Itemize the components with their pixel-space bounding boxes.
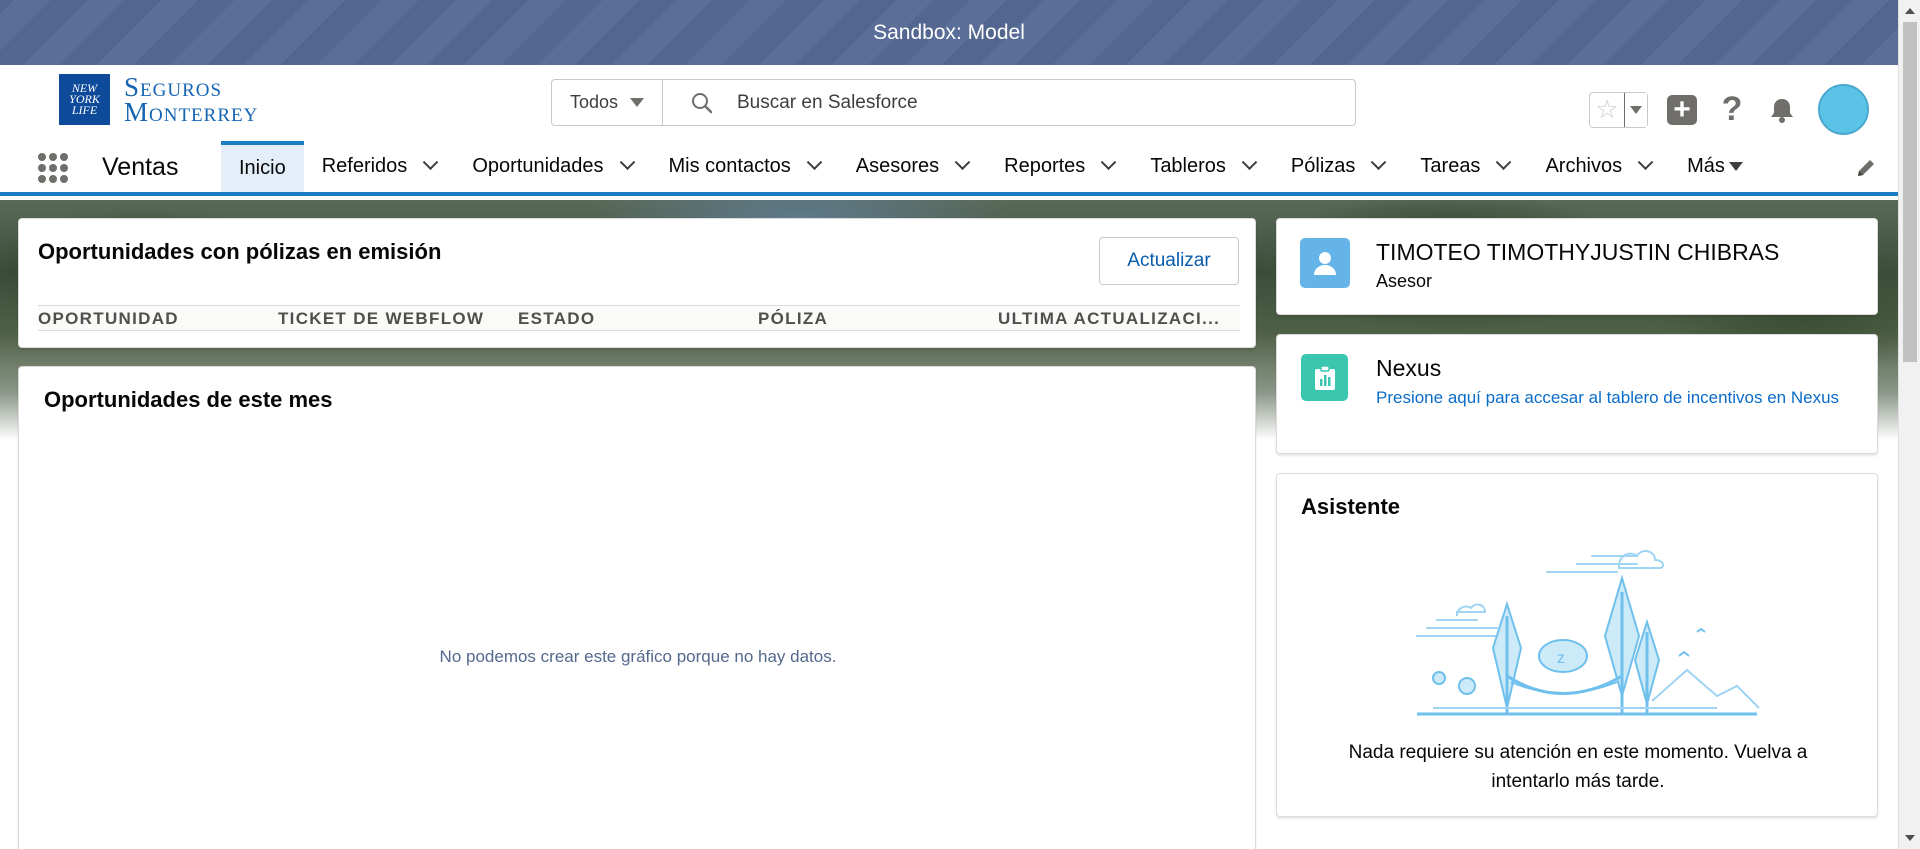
navigation-bar: Ventas Inicio Referidos Oportunidades Mi… <box>0 141 1898 196</box>
star-icon[interactable]: ☆ <box>1590 93 1624 127</box>
sandbox-banner: Sandbox: Model <box>0 0 1898 65</box>
user-icon <box>1300 238 1350 288</box>
column-header[interactable]: OPORTUNIDAD <box>38 306 278 330</box>
search-scope-select[interactable]: Todos <box>552 80 663 125</box>
tab-label: Mis contactos <box>668 155 791 177</box>
tab-more[interactable]: Más <box>1669 141 1761 192</box>
assistant-card: Asistente z Nada requiere su atención en… <box>1276 473 1878 817</box>
tab-label: Tableros <box>1150 155 1226 177</box>
notifications-button[interactable] <box>1766 94 1798 126</box>
card-title: Oportunidades de este mes <box>44 387 333 412</box>
global-actions-button[interactable]: + <box>1666 94 1698 126</box>
table-header: OPORTUNIDAD TICKET DE WEBFLOW ESTADO PÓL… <box>38 305 1240 331</box>
logo-name-line2: Monterrey <box>124 96 259 127</box>
search-scope-label: Todos <box>570 92 619 112</box>
tab-archivos[interactable]: Archivos <box>1527 141 1669 192</box>
search-icon <box>692 92 713 113</box>
chevron-down-icon[interactable] <box>1371 154 1387 171</box>
bell-icon <box>1771 98 1793 123</box>
tab-tableros[interactable]: Tableros <box>1132 141 1273 192</box>
caret-down-icon <box>630 98 645 107</box>
help-icon[interactable]: ? <box>1716 90 1748 128</box>
page-scrollbar[interactable] <box>1898 0 1920 849</box>
global-search: Todos <box>551 79 1356 126</box>
tab-label: Pólizas <box>1290 155 1356 177</box>
chevron-down-icon[interactable] <box>806 154 823 171</box>
search-field <box>663 80 1355 125</box>
chevron-down-icon[interactable] <box>954 154 971 171</box>
logo-name-line1: Seguros <box>124 71 223 102</box>
company-logo[interactable]: NEW YORK LIFE Seguros Monterrey <box>59 71 259 127</box>
nexus-dashboard-link[interactable]: Presione aquí para accesar al tablero de… <box>1301 385 1861 411</box>
chevron-down-icon[interactable] <box>619 154 635 171</box>
tab-mis-contactos[interactable]: Mis contactos <box>651 141 838 192</box>
new-york-life-badge: NEW YORK LIFE <box>59 74 110 125</box>
favorites-control: ☆ <box>1589 91 1648 128</box>
user-name: TIMOTEO TIMOTHYJUSTIN CHIBRAS <box>1376 239 1780 265</box>
global-header: NEW YORK LIFE Seguros Monterrey Todos ☆ … <box>0 65 1898 141</box>
chevron-down-icon[interactable] <box>1496 154 1512 171</box>
sleep-z-text: z <box>1557 650 1565 667</box>
tab-inicio[interactable]: Inicio <box>221 141 304 192</box>
empty-chart-message: No podemos crear este gráfico porque no … <box>439 647 837 666</box>
plus-icon: + <box>1667 94 1697 125</box>
hammock-illustration: z <box>1416 550 1760 716</box>
person-icon <box>1314 252 1336 275</box>
app-launcher-icon[interactable] <box>38 153 68 183</box>
scroll-thumb[interactable] <box>1903 22 1917 362</box>
nexus-title: Nexus <box>1376 355 1442 381</box>
nexus-card: Nexus Presione aquí para accesar al tabl… <box>1276 334 1878 454</box>
tab-polizas[interactable]: Pólizas <box>1273 141 1402 192</box>
user-card: TIMOTEO TIMOTHYJUSTIN CHIBRAS Asesor <box>1276 218 1878 315</box>
opportunities-this-month-card: Oportunidades de este mes No podemos cre… <box>18 366 1256 849</box>
tab-label: Tareas <box>1420 155 1481 177</box>
tab-label: Reportes <box>1004 155 1086 177</box>
favorites-menu-button[interactable] <box>1624 92 1647 127</box>
assistant-empty-message: Nada requiere su atención en este moment… <box>1348 742 1808 792</box>
tab-reportes[interactable]: Reportes <box>986 141 1132 192</box>
tab-oportunidades[interactable]: Oportunidades <box>454 141 650 192</box>
scroll-down-arrow-icon[interactable] <box>1905 835 1915 841</box>
tab-label: Inicio <box>239 157 286 179</box>
header-utilities: ☆ + ? <box>1589 84 1869 135</box>
avatar[interactable] <box>1818 84 1869 135</box>
tab-referidos[interactable]: Referidos <box>304 141 455 192</box>
card-title: Asistente <box>1301 494 1401 519</box>
scroll-up-arrow-icon[interactable] <box>1905 8 1915 14</box>
tab-label: Oportunidades <box>472 155 604 177</box>
column-header[interactable]: PÓLIZA <box>758 306 998 330</box>
column-header[interactable]: TICKET DE WEBFLOW <box>278 306 518 330</box>
opportunities-in-issuance-card: Oportunidades con pólizas en emisión Act… <box>18 218 1256 348</box>
tab-label: Referidos <box>321 155 408 177</box>
chevron-down-icon[interactable] <box>1101 154 1117 171</box>
app-name: Ventas <box>102 153 179 181</box>
nav-tabs: Inicio Referidos Oportunidades Mis conta… <box>221 141 1761 192</box>
edit-nav-pencil-icon[interactable] <box>1855 157 1877 179</box>
caret-down-icon <box>1630 105 1642 114</box>
column-header[interactable]: ULTIMA ACTUALIZACI... <box>998 306 1238 330</box>
chevron-down-icon[interactable] <box>1637 154 1654 171</box>
tab-tareas[interactable]: Tareas <box>1402 141 1527 192</box>
chevron-down-icon[interactable] <box>1241 154 1258 171</box>
tab-label: Archivos <box>1545 155 1623 177</box>
card-title: Oportunidades con pólizas en emisión <box>38 239 442 264</box>
user-role: Asesor <box>1376 271 1433 291</box>
logo-wordmark: Seguros Monterrey <box>124 71 259 127</box>
column-header[interactable]: ESTADO <box>518 306 758 330</box>
refresh-button[interactable]: Actualizar <box>1099 237 1239 285</box>
tab-label: Asesores <box>855 155 940 177</box>
tab-label: Más <box>1687 155 1725 177</box>
caret-down-icon <box>1728 162 1743 171</box>
chevron-down-icon[interactable] <box>423 154 439 171</box>
search-input[interactable] <box>737 91 1337 114</box>
logo-badge-line: LIFE <box>71 103 98 117</box>
tab-asesores[interactable]: Asesores <box>838 141 986 192</box>
